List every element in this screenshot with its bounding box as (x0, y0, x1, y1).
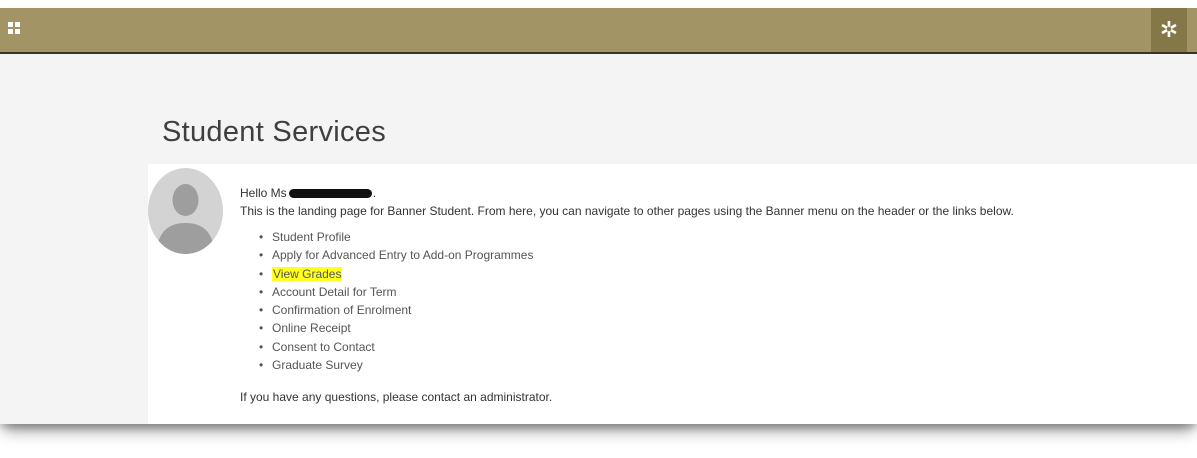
list-item: Apply for Advanced Entry to Add-on Progr… (256, 246, 533, 265)
list-item: Graduate Survey (256, 356, 533, 375)
link-consent-contact[interactable]: Consent to Contact (272, 340, 375, 354)
grid-icon[interactable] (8, 22, 20, 34)
list-item: Confirmation of Enrolment (256, 301, 533, 320)
list-item: Student Profile (256, 228, 533, 247)
greeting-suffix: . (372, 186, 377, 200)
link-online-receipt[interactable]: Online Receipt (272, 321, 351, 335)
list-item: Consent to Contact (256, 338, 533, 357)
avatar (148, 168, 223, 254)
student-links-list: Student Profile Apply for Advanced Entry… (256, 228, 533, 375)
list-item: Online Receipt (256, 319, 533, 338)
link-graduate-survey[interactable]: Graduate Survey (272, 358, 363, 372)
footer-note: If you have any questions, please contac… (240, 390, 553, 404)
list-item: View Grades (256, 265, 533, 283)
greeting-hello: Hello Ms (240, 186, 287, 200)
link-account-detail[interactable]: Account Detail for Term (272, 285, 397, 299)
link-view-grades[interactable]: View Grades (272, 266, 343, 281)
browser-window: ✲ Student Services Hello Ms. This is the… (0, 8, 1197, 424)
top-header-bar: ✲ (0, 8, 1197, 54)
intro-text: This is the landing page for Banner Stud… (240, 204, 1014, 218)
list-item: Account Detail for Term (256, 283, 533, 302)
gear-icon[interactable]: ✲ (1151, 8, 1187, 52)
link-confirmation-enrolment[interactable]: Confirmation of Enrolment (272, 303, 411, 317)
redacted-name (288, 189, 372, 199)
link-apply-advanced-entry[interactable]: Apply for Advanced Entry to Add-on Progr… (272, 248, 533, 262)
link-student-profile[interactable]: Student Profile (272, 230, 351, 244)
content-panel: Hello Ms. This is the landing page for B… (148, 164, 1197, 424)
page-title: Student Services (162, 116, 387, 148)
greeting-text: Hello Ms. (240, 186, 376, 200)
